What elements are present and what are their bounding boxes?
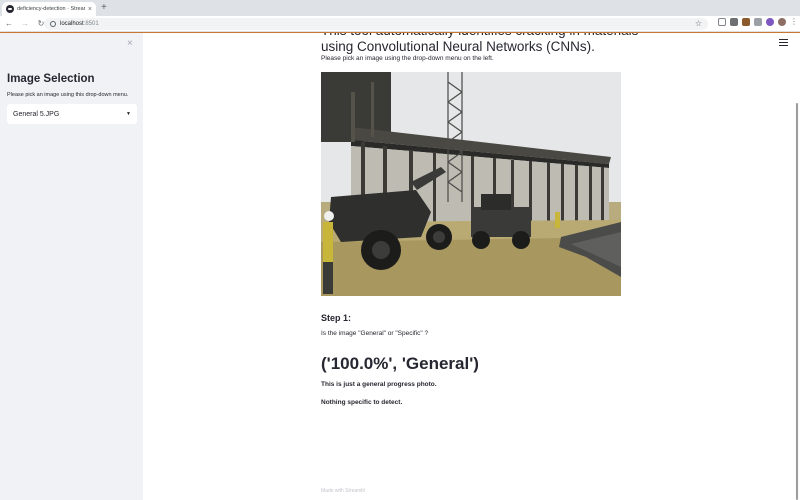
profile-avatar-icon[interactable] — [778, 18, 786, 26]
streamlit-favicon-icon — [6, 5, 14, 13]
sidebar: × Image Selection Please pick an image u… — [0, 33, 143, 500]
construction-site-photo — [321, 72, 621, 296]
result-detail: Nothing specific to detect. — [321, 399, 403, 406]
tab-strip: deficiency-detection · Streamlit × + — [0, 0, 800, 16]
step-heading: Step 1: — [321, 313, 352, 323]
extension-icon[interactable] — [766, 18, 774, 26]
tab-title: deficiency-detection · Streamlit — [17, 6, 85, 12]
hamburger-menu-icon[interactable] — [779, 39, 788, 46]
chevron-down-icon: ▼ — [126, 111, 131, 117]
browser-menu-icon[interactable]: ⋮ — [790, 18, 798, 26]
page-title: This tool automatically identifies crack… — [321, 33, 638, 54]
bookmark-star-icon[interactable]: ☆ — [695, 19, 702, 28]
photo-illustration — [321, 72, 621, 296]
sidebar-caption: Please pick an image using this drop-dow… — [7, 92, 129, 98]
extension-icon[interactable] — [754, 18, 762, 26]
extension-icon[interactable] — [718, 18, 726, 26]
main-content: This tool automatically identifies crack… — [143, 33, 800, 500]
extensions-area: ⋮ — [718, 18, 798, 26]
sidebar-title: Image Selection — [7, 73, 95, 85]
sidebar-close-icon[interactable]: × — [127, 39, 133, 49]
forward-arrow-icon[interactable]: → — [20, 19, 30, 28]
browser-tab[interactable]: deficiency-detection · Streamlit × — [2, 2, 96, 16]
result-message: This is just a general progress photo. — [321, 381, 437, 388]
address-bar[interactable]: localhost:8501 ☆ — [44, 18, 708, 30]
url-text: localhost:8501 — [60, 21, 99, 27]
select-value: General 5.JPG — [13, 110, 60, 118]
tab-close-icon[interactable]: × — [88, 6, 92, 13]
extension-icon[interactable] — [730, 18, 738, 26]
classification-result: ('100.0%', 'General') — [321, 354, 479, 373]
back-arrow-icon[interactable]: ← — [4, 19, 14, 28]
step-question: Is the image "General" or "Specific" ? — [321, 330, 429, 337]
extension-icon[interactable] — [742, 18, 750, 26]
scrollbar-thumb[interactable] — [796, 103, 798, 500]
image-select-dropdown[interactable]: General 5.JPG ▼ — [7, 104, 137, 124]
footer-credit[interactable]: Made with Streamlit — [321, 488, 365, 494]
site-info-icon[interactable] — [50, 21, 56, 27]
instruction-text: Please pick an image using the drop-down… — [321, 55, 494, 62]
new-tab-icon[interactable]: + — [101, 3, 107, 13]
